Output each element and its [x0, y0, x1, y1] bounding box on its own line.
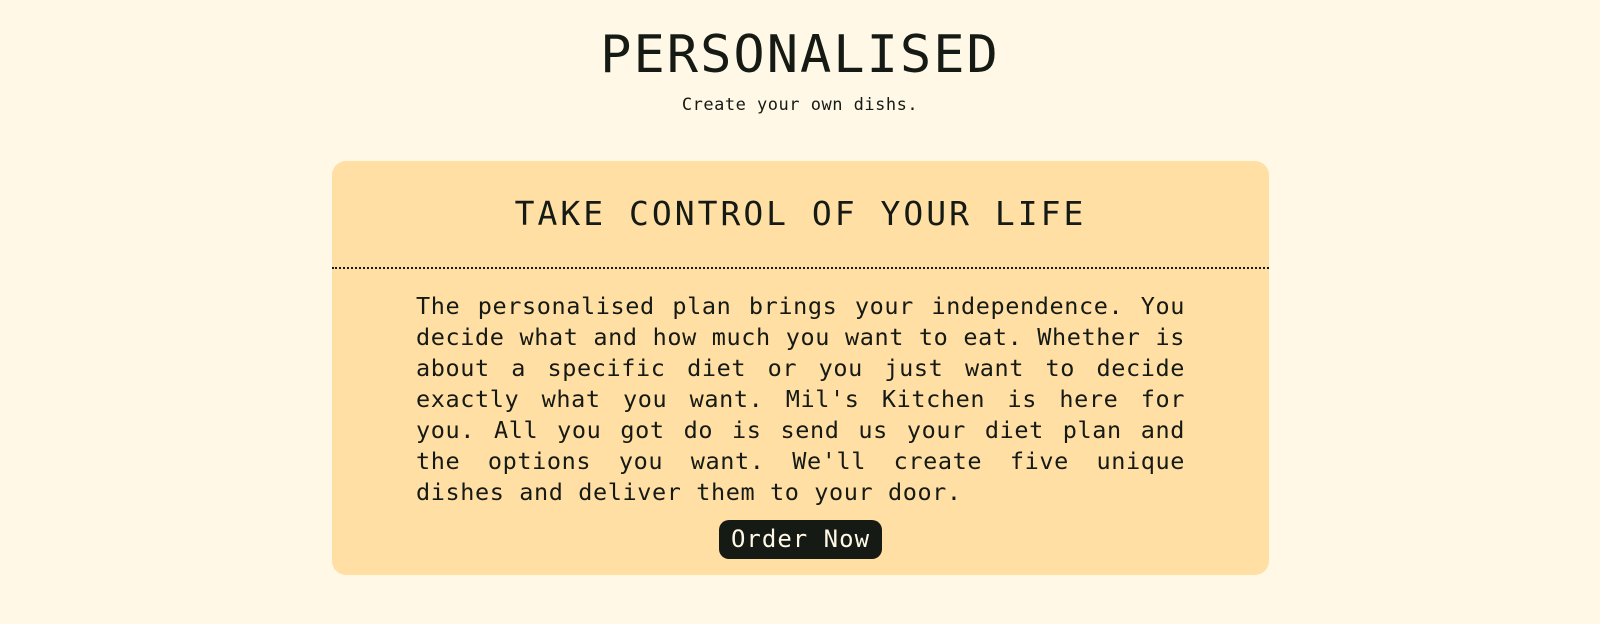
plan-card-header: TAKE CONTROL OF YOUR LIFE: [332, 161, 1269, 269]
plan-card: TAKE CONTROL OF YOUR LIFE The personalis…: [332, 161, 1269, 575]
order-button-container: Order Now: [416, 520, 1185, 559]
order-now-button[interactable]: Order Now: [718, 520, 883, 559]
plan-card-title: TAKE CONTROL OF YOUR LIFE: [514, 194, 1087, 233]
plan-description: The personalised plan brings your indepe…: [416, 292, 1185, 506]
page-subtitle: Create your own dishs.: [681, 95, 919, 115]
plan-card-body: The personalised plan brings your indepe…: [332, 269, 1269, 559]
hero-section: PERSONALISED Create your own dishs.: [0, 20, 1600, 116]
page: PERSONALISED Create your own dishs. TAKE…: [0, 0, 1600, 624]
page-title: PERSONALISED: [600, 25, 1000, 85]
